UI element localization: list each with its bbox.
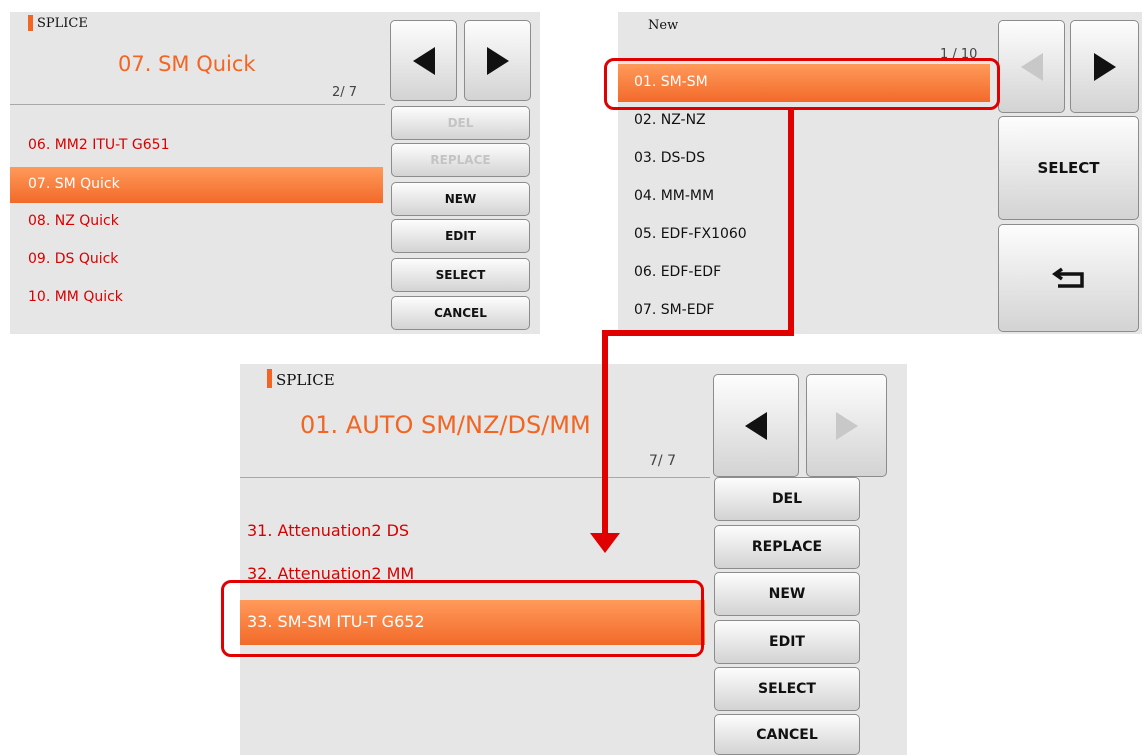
callout-line-down — [788, 108, 794, 336]
prev-page-button[interactable] — [713, 374, 799, 477]
list-item[interactable]: 09. DS Quick — [28, 251, 118, 267]
list-item-label: 07. SM Quick — [28, 176, 120, 192]
header-divider — [10, 104, 385, 105]
edit-button[interactable]: EDIT — [391, 219, 530, 253]
prev-page-button[interactable] — [998, 20, 1065, 113]
callout-box-sm-sm — [604, 58, 1000, 110]
select-button[interactable]: SELECT — [391, 258, 530, 292]
arrow-right-icon — [486, 46, 509, 75]
list-item[interactable]: 03. DS-DS — [634, 150, 705, 166]
del-button[interactable]: DEL — [391, 106, 530, 140]
list-item[interactable]: 07. SM-EDF — [634, 302, 714, 318]
page-counter: 2/ 7 — [332, 85, 358, 100]
callout-arrowhead — [590, 533, 620, 553]
select-button[interactable]: SELECT — [714, 667, 860, 711]
cancel-button[interactable]: CANCEL — [391, 296, 530, 330]
select-button[interactable]: SELECT — [998, 116, 1139, 220]
header-divider — [240, 477, 710, 478]
replace-button[interactable]: REPLACE — [391, 143, 530, 177]
arrow-left-icon — [412, 46, 435, 75]
next-page-button[interactable] — [806, 374, 887, 477]
list-item[interactable]: 05. EDF-FX1060 — [634, 226, 747, 242]
list-item[interactable]: 31. Attenuation2 DS — [247, 521, 409, 540]
callout-line-across — [602, 330, 794, 336]
back-button[interactable] — [998, 224, 1139, 332]
header-accent-bar — [267, 369, 272, 388]
header-accent-bar — [28, 15, 33, 31]
list-item[interactable]: 04. MM-MM — [634, 188, 714, 204]
next-page-button[interactable] — [464, 20, 531, 101]
del-button[interactable]: DEL — [714, 477, 860, 521]
list-item[interactable]: 10. MM Quick — [28, 289, 123, 305]
splice-panel-list: SPLICE 07. SM Quick 2/ 7 06. MM2 ITU-T G… — [10, 12, 540, 334]
panel-header: SPLICE — [37, 16, 88, 31]
arrow-left-icon — [745, 411, 767, 440]
callout-box-g652 — [221, 580, 704, 657]
arrow-right-icon — [835, 411, 858, 440]
replace-button[interactable]: REPLACE — [714, 525, 860, 569]
arrow-right-icon — [1093, 52, 1116, 81]
list-item[interactable]: 06. EDF-EDF — [634, 264, 721, 280]
next-page-button[interactable] — [1070, 20, 1139, 113]
prev-page-button[interactable] — [390, 20, 457, 101]
new-button[interactable]: NEW — [391, 182, 530, 216]
callout-line-vertical — [602, 330, 608, 536]
panel-header: SPLICE — [276, 371, 335, 389]
edit-button[interactable]: EDIT — [714, 620, 860, 664]
list-item[interactable]: 02. NZ-NZ — [634, 112, 706, 128]
new-button[interactable]: NEW — [714, 572, 860, 616]
page-title: 07. SM Quick — [118, 52, 256, 76]
list-item[interactable]: 08. NZ Quick — [28, 213, 119, 229]
list-item-selected[interactable]: 07. SM Quick — [10, 167, 383, 203]
panel-header: New — [648, 18, 679, 33]
return-icon — [1051, 267, 1084, 288]
page-title: 01. AUTO SM/NZ/DS/MM — [300, 411, 591, 439]
splice-panel-result: SPLICE 01. AUTO SM/NZ/DS/MM 7/ 7 31. Att… — [240, 364, 907, 755]
arrow-left-icon — [1020, 52, 1043, 81]
list-item[interactable]: 06. MM2 ITU-T G651 — [28, 137, 170, 153]
cancel-button[interactable]: CANCEL — [714, 714, 860, 755]
page-counter: 7/ 7 — [649, 453, 676, 469]
